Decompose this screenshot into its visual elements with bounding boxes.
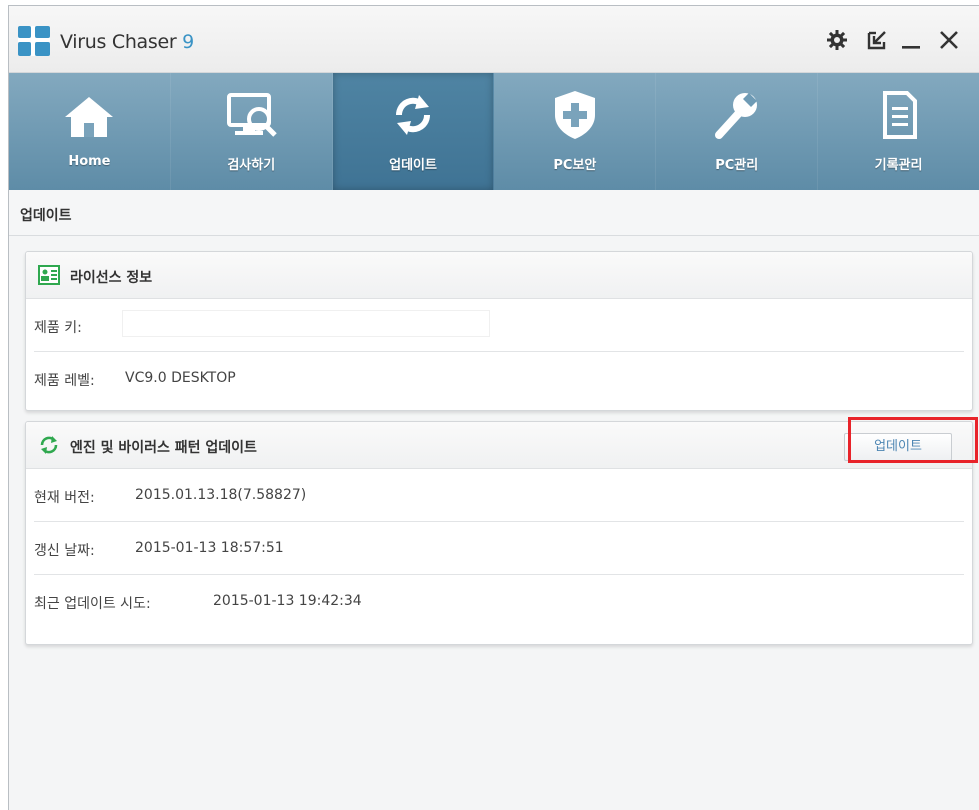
last-attempt-row: 최근 업데이트 시도: 2015-01-13 19:42:34 <box>34 575 964 628</box>
product-key-value <box>122 310 490 337</box>
nav-label-scan: 검사하기 <box>227 158 276 173</box>
app-logo-icon <box>18 26 50 56</box>
wrench-icon <box>714 93 757 139</box>
settings-button[interactable] <box>825 28 849 52</box>
app-title-name: Virus Chaser <box>60 31 177 53</box>
product-key-row: 제품 키: <box>34 299 964 352</box>
nav-item-pc-security[interactable]: PC보안 <box>494 73 657 190</box>
nav-item-update[interactable]: 업데이트 <box>332 73 495 190</box>
current-version-row: 현재 버전: 2015.01.13.18(7.58827) <box>34 469 964 522</box>
engine-card-title: 엔진 및 바이러스 패턴 업데이트 <box>70 440 257 456</box>
document-icon <box>882 91 917 139</box>
nav-item-log-management[interactable]: 기록관리 <box>818 73 979 190</box>
shield-icon <box>554 91 595 139</box>
nav-label-pc-management: PC관리 <box>715 158 759 173</box>
minimize-icon <box>902 46 920 49</box>
refresh-green-icon <box>40 436 58 454</box>
app-window: Virus Chaser 9 Home 검사하기 업데이트 PC보안 PC관리 … <box>8 5 979 810</box>
refresh-icon <box>396 95 431 135</box>
renewal-date-label: 갱신 날짜: <box>34 543 95 559</box>
minimize-to-tray-icon <box>867 31 886 50</box>
renewal-date-row: 갱신 날짜: 2015-01-13 18:57:51 <box>34 522 964 575</box>
product-level-label: 제품 레벨: <box>34 373 95 389</box>
app-title: Virus Chaser 9 <box>60 31 194 53</box>
nav-label-home: Home <box>68 154 111 169</box>
minimize-button[interactable] <box>899 28 923 52</box>
scan-icon <box>227 93 278 137</box>
page-title: 업데이트 <box>20 208 72 224</box>
gear-icon <box>827 30 847 50</box>
license-card-icon <box>38 265 60 285</box>
nav-label-log-management: 기록관리 <box>874 158 923 173</box>
close-button[interactable] <box>937 28 961 52</box>
license-card-title: 라이선스 정보 <box>70 270 153 286</box>
license-info-card: 라이선스 정보 제품 키: 제품 레벨: VC9.0 DESKTOP <box>25 251 973 411</box>
engine-update-card: 엔진 및 바이러스 패턴 업데이트 업데이트 현재 버전: 2015.01.13… <box>25 417 978 645</box>
app-version: 9 <box>182 31 194 53</box>
main-nav: Home 검사하기 업데이트 PC보안 PC관리 기록관리 <box>9 73 979 190</box>
close-icon <box>940 31 958 49</box>
section-header: 업데이트 <box>9 190 979 236</box>
last-attempt-value: 2015-01-13 19:42:34 <box>213 593 362 609</box>
product-level-row: 제품 레벨: VC9.0 DESKTOP <box>34 352 964 405</box>
engine-card-header: 엔진 및 바이러스 패턴 업데이트 업데이트 <box>26 417 978 469</box>
current-version-value: 2015.01.13.18(7.58827) <box>135 487 307 503</box>
minimize-to-tray-button[interactable] <box>865 28 889 52</box>
current-version-label: 현재 버전: <box>34 490 95 506</box>
nav-item-scan[interactable]: 검사하기 <box>171 73 333 190</box>
home-icon <box>65 97 114 137</box>
license-card-header: 라이선스 정보 <box>26 252 972 299</box>
renewal-date-value: 2015-01-13 18:57:51 <box>135 540 284 556</box>
title-bar: Virus Chaser 9 <box>9 6 979 73</box>
nav-item-home[interactable]: Home <box>9 73 171 190</box>
last-attempt-label: 최근 업데이트 시도: <box>34 596 151 612</box>
product-key-label: 제품 키: <box>34 320 82 336</box>
nav-item-pc-management[interactable]: PC관리 <box>656 73 819 190</box>
nav-label-update: 업데이트 <box>389 158 437 173</box>
update-button[interactable]: 업데이트 <box>844 433 952 461</box>
product-level-value: VC9.0 DESKTOP <box>125 370 236 386</box>
nav-label-pc-security: PC보안 <box>553 158 597 173</box>
